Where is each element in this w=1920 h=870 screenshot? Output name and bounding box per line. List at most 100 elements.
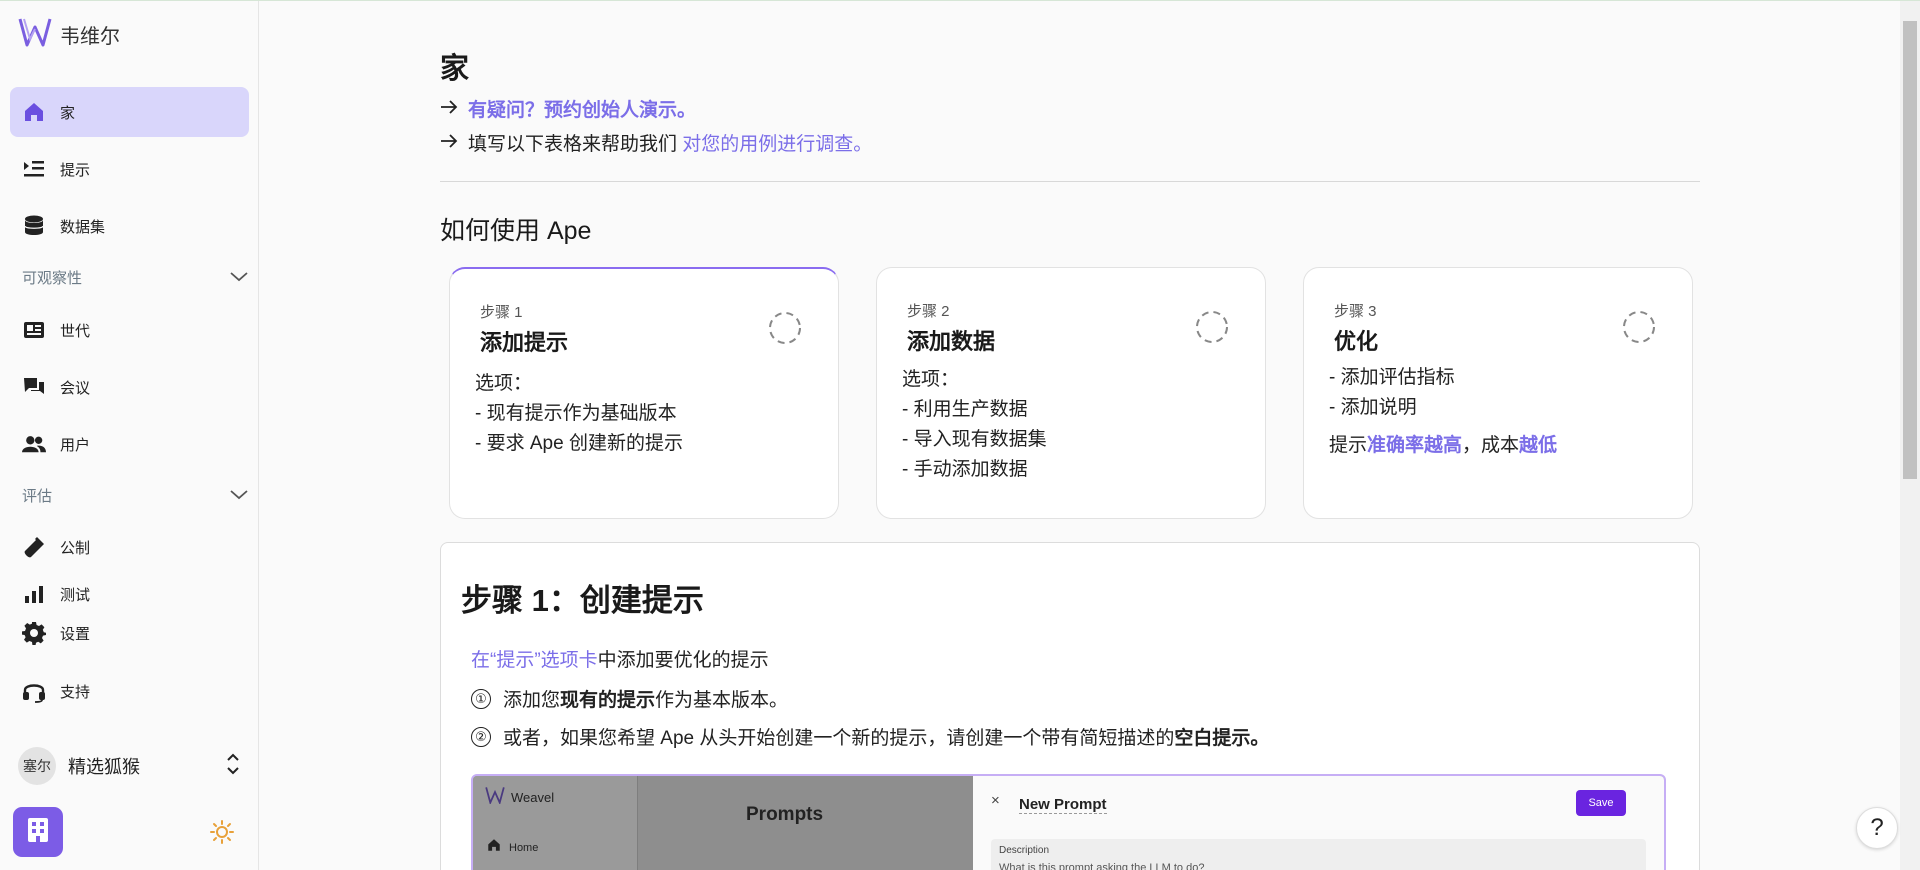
sidebar-item-label: 家: [60, 104, 76, 122]
scrollbar-thumb[interactable]: [1903, 21, 1917, 479]
option-item: - 现有提示作为基础版本: [475, 403, 677, 424]
sidebar-item-users[interactable]: 用户: [10, 419, 249, 469]
divider: [440, 181, 1700, 182]
step1-item-1: ① 添加您现有的提示作为基本版本。: [471, 685, 788, 712]
brand-name: 韦维尔: [60, 26, 120, 48]
theme-toggle-sun-icon[interactable]: [209, 819, 235, 850]
sidebar-item-metrics[interactable]: 公制: [10, 522, 249, 572]
item-text: 作为基本版本。: [655, 690, 789, 711]
screenshot-sidebar: Weavel Home: [473, 776, 638, 870]
arrow-right-icon: [440, 132, 458, 154]
sidebar-item-label: 数据集: [60, 218, 106, 236]
screenshot-description-placeholder: What is this prompt asking the LLM to do…: [999, 862, 1205, 870]
sidebar-item-label: 世代: [60, 322, 91, 340]
option-item: - 添加说明: [1329, 397, 1417, 418]
step-label: 步骤 3: [1334, 303, 1377, 320]
item-bold: 空白提示。: [1174, 728, 1270, 749]
chevron-down-icon: [230, 487, 248, 505]
step-card-3[interactable]: 步骤 3 优化 - 添加评估指标 - 添加说明 提示准确率越高，成本越低: [1303, 267, 1693, 519]
benefit-mid: ，成本: [1462, 435, 1520, 456]
test-tube-icon: [22, 535, 46, 559]
headset-icon: [22, 679, 46, 703]
gear-icon: [22, 621, 46, 645]
screenshot-modal-title: New Prompt: [1019, 796, 1107, 814]
screenshot-nav-home: Home: [487, 838, 538, 857]
step-body: - 添加评估指标 - 添加说明 提示准确率越高，成本越低: [1329, 363, 1557, 461]
bar-chart-icon: [22, 582, 46, 606]
options-label: 选项：: [902, 369, 960, 390]
sidebar: 韦维尔 家 提示 数据集 可观察性 世代 会议 用户 评估 公制 测试 设置 支…: [0, 1, 259, 870]
list-icon: [22, 157, 46, 181]
step1-subtitle: 在“提示”选项卡中添加要优化的提示: [471, 645, 769, 672]
step-title: 添加数据: [907, 329, 996, 354]
sidebar-item-sessions[interactable]: 会议: [10, 362, 249, 412]
item-text: 或者，如果您希望 Ape 从头开始创建一个新的提示，请创建一个带有简短描述的: [503, 728, 1175, 749]
sidebar-item-prompts[interactable]: 提示: [10, 144, 249, 194]
brand[interactable]: 韦维尔: [18, 17, 120, 52]
users-icon: [22, 432, 46, 456]
screenshot-description-field: Description What is this prompt asking t…: [991, 839, 1646, 870]
screenshot-save-button: Save: [1576, 790, 1626, 816]
step1-item-2: ② 或者，如果您希望 Ape 从头开始创建一个新的提示，请创建一个带有简短描述的…: [471, 723, 1269, 750]
survey-link-row: 填写以下表格来帮助我们 对您的用例进行调查。: [440, 129, 872, 156]
how-to-heading: 如何使用 Ape: [440, 217, 592, 245]
step-title: 优化: [1334, 329, 1379, 354]
chevron-down-icon: [230, 269, 248, 287]
sidebar-item-generations[interactable]: 世代: [10, 305, 249, 355]
avatar: 塞尔: [18, 747, 56, 785]
screenshot-nav-label: Home: [509, 841, 539, 854]
organization-button[interactable]: [13, 807, 63, 857]
sidebar-item-datasets[interactable]: 数据集: [10, 201, 249, 251]
step-card-1[interactable]: 步骤 1 添加提示 选项： - 现有提示作为基础版本 - 要求 Ape 创建新的…: [449, 267, 839, 519]
option-item: - 要求 Ape 创建新的提示: [475, 433, 683, 454]
number-badge: ①: [471, 688, 491, 709]
sidebar-item-label: 会议: [60, 379, 91, 397]
screenshot-modal: × New Prompt Description What is this pr…: [973, 776, 1664, 870]
sidebar-item-label: 测试: [60, 586, 91, 604]
sidebar-item-label: 公制: [60, 539, 91, 557]
user-switcher[interactable]: 塞尔 精选狐猴: [18, 746, 240, 786]
step1-subtitle-text: 中添加要优化的提示: [597, 650, 769, 671]
step1-heading: 步骤 1：创建提示: [461, 583, 704, 618]
item-text: 添加您: [503, 690, 561, 711]
options-label: 选项：: [475, 373, 533, 394]
sidebar-item-home[interactable]: 家: [10, 87, 249, 137]
option-item: - 添加评估指标: [1329, 367, 1455, 388]
benefit-line: 提示准确率越高，成本越低: [1329, 431, 1557, 461]
screenshot-brand-name: Weavel: [511, 790, 555, 805]
arrow-right-icon: [440, 98, 458, 120]
page-title: 家: [440, 53, 470, 85]
sidebar-item-label: 支持: [60, 683, 91, 701]
benefit-accuracy: 准确率越高: [1367, 435, 1463, 456]
benefit-cost: 越低: [1519, 435, 1558, 456]
sidebar-item-label: 用户: [60, 436, 91, 454]
prompts-tab-link[interactable]: 在“提示”选项卡: [471, 650, 598, 671]
pending-spinner-icon: [1622, 310, 1656, 349]
option-item: - 利用生产数据: [902, 399, 1028, 420]
sidebar-item-tests[interactable]: 测试: [10, 579, 249, 609]
building-icon: [26, 817, 50, 848]
step-card-2[interactable]: 步骤 2 添加数据 选项： - 利用生产数据 - 导入现有数据集 - 手动添加数…: [876, 267, 1266, 519]
weavel-logo-icon: [485, 786, 505, 809]
weavel-logo-icon: [18, 17, 52, 52]
book-demo-link[interactable]: 有疑问？预约创始人演示。: [468, 95, 696, 122]
sidebar-item-support[interactable]: 支持: [10, 666, 249, 716]
sidebar-item-settings[interactable]: 设置: [10, 609, 249, 657]
pending-spinner-icon: [768, 311, 802, 350]
tutorial-screenshot: Weavel Home Prompts × New Prompt Descrip…: [471, 774, 1666, 870]
section-label: 可观察性: [22, 270, 83, 287]
survey-text: 填写以下表格来帮助我们: [468, 134, 683, 155]
help-button[interactable]: ?: [1856, 807, 1898, 849]
pending-spinner-icon: [1195, 310, 1229, 349]
step1-section: 步骤 1：创建提示 在“提示”选项卡中添加要优化的提示 ① 添加您现有的提示作为…: [440, 542, 1700, 870]
benefit-prefix: 提示: [1329, 435, 1368, 456]
item-bold: 现有的提示: [560, 690, 656, 711]
option-item: - 手动添加数据: [902, 459, 1028, 480]
screenshot-description-label: Description: [999, 845, 1050, 856]
sidebar-item-label: 设置: [60, 625, 91, 643]
section-observability[interactable]: 可观察性: [22, 267, 248, 288]
survey-link[interactable]: 对您的用例进行调查。: [682, 134, 872, 155]
demo-link-row: 有疑问？预约创始人演示。: [440, 95, 696, 122]
section-evaluation[interactable]: 评估: [22, 485, 248, 506]
chevron-up-down-icon: [226, 752, 240, 781]
